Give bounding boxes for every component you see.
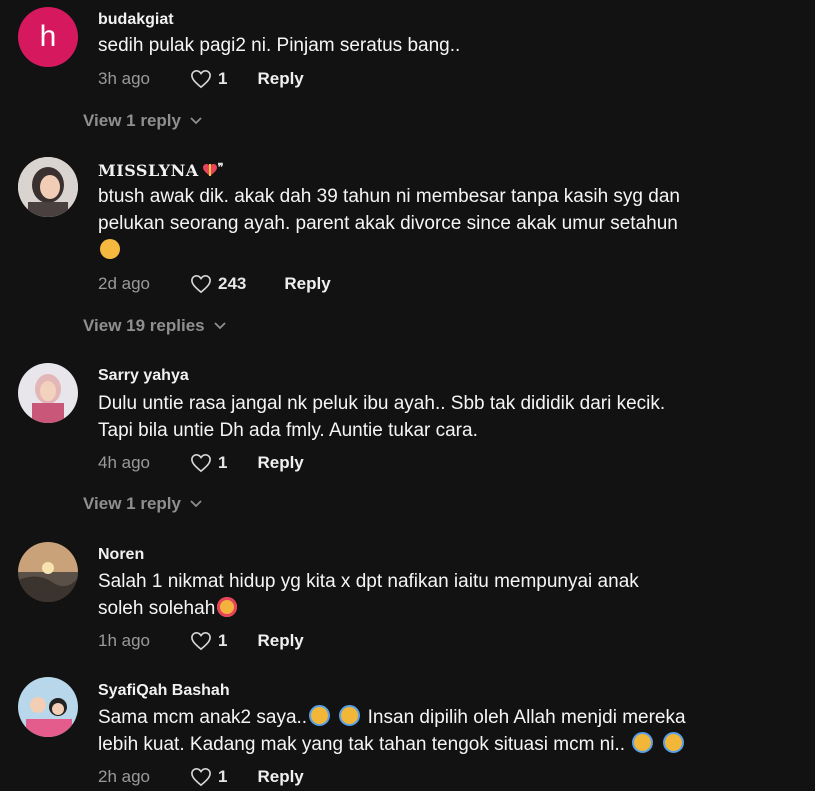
view-replies-button[interactable]: View 1 reply	[83, 494, 203, 514]
heart-outline-icon	[191, 631, 211, 651]
reply-button[interactable]: Reply	[284, 274, 330, 294]
like-count: 1	[218, 631, 228, 650]
heart-gift-icon	[202, 164, 217, 176]
username[interactable]: budakgiat	[98, 11, 174, 29]
comment-text: btush awak dik. akak dah 39 tahun ni mem…	[98, 183, 788, 264]
heart-outline-icon	[191, 453, 211, 473]
avatar[interactable]	[18, 363, 78, 423]
comment-meta: 2h ago 1 Reply	[98, 765, 304, 789]
chevron-down-icon	[190, 117, 202, 125]
comment-text-line: soleh solehah	[98, 598, 216, 619]
comment-text-segment: lebih kuat. Kadang mak yang tak tahan te…	[98, 734, 626, 755]
username[interactable]: MISSLYNA ❞	[98, 161, 224, 180]
username[interactable]: Noren	[98, 546, 144, 564]
avatar[interactable]: h	[18, 7, 78, 67]
comment-meta: 3h ago 1 Reply	[98, 67, 304, 91]
reply-button[interactable]: Reply	[257, 69, 303, 89]
comment-text-line: Tapi bila untie Dh ada fmly. Auntie tuka…	[98, 420, 478, 441]
comment-text: Dulu untie rasa jangal nk peluk ibu ayah…	[98, 390, 788, 444]
comment-text: Salah 1 nikmat hidup yg kita x dpt nafik…	[98, 568, 788, 622]
smiling-face-with-hearts-icon	[217, 597, 238, 617]
avatar-photo	[18, 363, 78, 423]
username-text: MISSLYNA	[98, 161, 199, 180]
username[interactable]: Sarry yahya	[98, 367, 189, 385]
comment-time: 2h ago	[98, 767, 150, 786]
comment-meta: 2d ago 243 Reply	[98, 272, 331, 296]
like-button[interactable]: 1	[190, 631, 227, 651]
like-count: 1	[218, 767, 228, 786]
like-button[interactable]: 1	[190, 767, 227, 787]
avatar[interactable]	[18, 157, 78, 217]
avatar-photo	[18, 677, 78, 737]
like-count: 243	[218, 274, 247, 293]
comment-text-line: btush awak dik. akak dah 39 tahun ni mem…	[98, 186, 680, 207]
like-button[interactable]: 243	[190, 274, 246, 294]
comment-text: sedih pulak pagi2 ni. Pinjam seratus ban…	[98, 35, 461, 56]
comment-meta: 1h ago 1 Reply	[98, 629, 304, 653]
sparkle-icon: ❞	[217, 161, 225, 174]
like-button[interactable]: 1	[190, 453, 227, 473]
chevron-down-icon	[190, 500, 202, 508]
avatar[interactable]	[18, 677, 78, 737]
comment-meta: 4h ago 1 Reply	[98, 451, 304, 475]
comment-text-line: pelukan seorang ayah. parent akak divorc…	[98, 213, 678, 234]
reply-button[interactable]: Reply	[257, 631, 303, 651]
view-replies-label: View 1 reply	[83, 494, 181, 513]
view-replies-button[interactable]: View 1 reply	[83, 111, 203, 131]
avatar-letter: h	[39, 20, 57, 53]
heart-outline-icon	[191, 767, 211, 787]
view-replies-label: View 1 reply	[83, 111, 181, 130]
comment-time: 4h ago	[98, 453, 150, 472]
heart-outline-icon	[191, 274, 211, 294]
loudly-crying-face-icon	[339, 705, 361, 726]
comment-text: Sama mcm anak2 saya.. Insan dipilih oleh…	[98, 704, 788, 758]
comment-text-line: Salah 1 nikmat hidup yg kita x dpt nafik…	[98, 571, 639, 592]
avatar[interactable]	[18, 542, 78, 602]
loudly-crying-face-icon	[309, 705, 331, 726]
like-count: 1	[218, 453, 228, 472]
comment-time: 3h ago	[98, 69, 150, 88]
loudly-crying-face-icon	[632, 732, 654, 753]
comment-time: 1h ago	[98, 631, 150, 650]
avatar-photo	[18, 157, 78, 217]
avatar-photo	[18, 542, 78, 602]
comment-time: 2d ago	[98, 274, 150, 293]
reply-button[interactable]: Reply	[257, 767, 303, 787]
pensive-face-icon	[100, 239, 120, 259]
comment-text-segment: Insan dipilih oleh Allah menjdi mereka	[367, 707, 686, 728]
like-button[interactable]: 1	[190, 69, 227, 89]
comment-text-line: Dulu untie rasa jangal nk peluk ibu ayah…	[98, 393, 666, 414]
heart-outline-icon	[191, 69, 211, 89]
chevron-down-icon	[213, 322, 226, 330]
username[interactable]: SyafiQah Bashah	[98, 682, 230, 700]
comment-text-segment: Sama mcm anak2 saya..	[98, 707, 308, 728]
like-count: 1	[218, 69, 228, 88]
view-replies-button[interactable]: View 19 replies	[83, 316, 227, 336]
reply-button[interactable]: Reply	[257, 453, 303, 473]
loudly-crying-face-icon	[662, 732, 684, 753]
view-replies-label: View 19 replies	[83, 316, 205, 335]
